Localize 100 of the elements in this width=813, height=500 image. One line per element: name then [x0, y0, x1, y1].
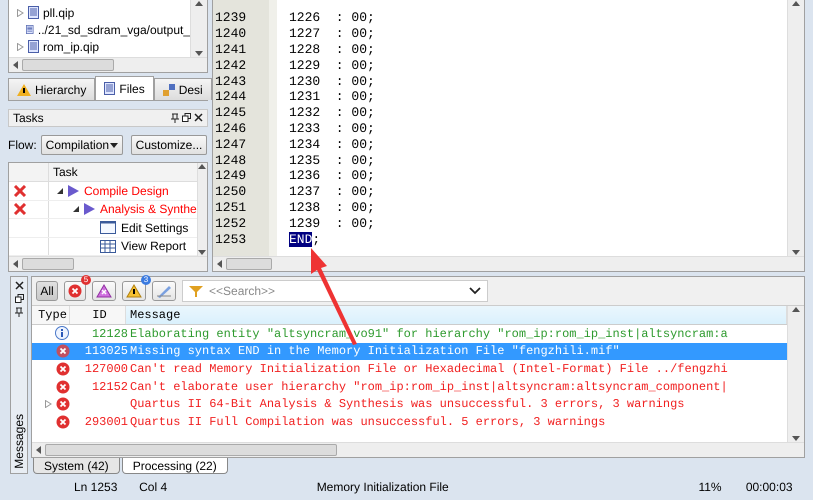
expand-icon[interactable]	[17, 42, 24, 50]
scroll-left-icon[interactable]	[36, 446, 41, 454]
scroll-up-icon[interactable]	[792, 306, 800, 312]
line-number: 1251	[214, 200, 248, 216]
message-row[interactable]: 127000 Can't read Memory Initialization File or Hexadecimal (Intel-Format) File ../fengzhi	[32, 360, 787, 378]
vertical-scrollbar[interactable]	[190, 0, 207, 57]
task-item[interactable]: Edit Settings	[121, 220, 188, 235]
message-text: Quartus II 64-Bit Analysis & Synthesis was unsuccessful. 3 errors, 3 warnings	[130, 397, 684, 412]
file-icon	[104, 82, 116, 95]
search-field[interactable]: <<Search>>	[182, 280, 488, 302]
selected-text: END	[289, 232, 312, 247]
pin-icon[interactable]	[15, 307, 23, 317]
restore-icon[interactable]	[182, 113, 191, 122]
chevron-icon[interactable]	[469, 287, 481, 295]
message-tab[interactable]: Processing (22)	[122, 458, 228, 474]
column-header: Task	[52, 165, 78, 180]
scrollbar-thumb[interactable]	[226, 258, 272, 270]
restore-icon[interactable]	[14, 294, 24, 303]
file-icon	[28, 40, 39, 53]
scroll-left-icon[interactable]	[13, 61, 18, 69]
collapse-icon[interactable]	[73, 206, 79, 212]
status-line: Ln 1253	[74, 480, 118, 494]
blocks-icon	[162, 84, 175, 96]
line-number: 1243	[214, 73, 248, 89]
error-icon	[68, 284, 82, 298]
code-editor[interactable]	[212, 0, 805, 272]
horizontal-scrollbar[interactable]	[213, 256, 804, 271]
scrollbar-thumb[interactable]	[45, 444, 337, 456]
line-number: 1248	[214, 152, 248, 168]
file-icon	[28, 6, 39, 19]
task-item[interactable]: Analysis & Synthe	[100, 202, 197, 216]
message-text: Can't read Memory Initialization File or Hexadecimal (Intel-Format) File ../fengzhi	[130, 362, 728, 376]
count-badge: 3	[141, 275, 151, 285]
vertical-scrollbar[interactable]	[787, 0, 804, 256]
vertical-scrollbar[interactable]	[196, 163, 207, 256]
panel-tab[interactable]: Hierarchy	[8, 78, 96, 100]
message-id: 12152	[90, 380, 129, 394]
file-name[interactable]: rom_ip.qip	[43, 40, 100, 54]
code-line: 1229 : 00;	[289, 57, 376, 74]
status-time: 00:00:03	[746, 480, 794, 494]
code-line: 1239 : 00;	[289, 215, 376, 232]
caret-icon[interactable]	[110, 142, 118, 148]
play-icon	[68, 185, 79, 198]
vertical-scrollbar[interactable]	[787, 306, 804, 442]
table-icon	[100, 240, 116, 253]
filter-button[interactable]: All	[36, 281, 58, 301]
code-line: END;	[289, 231, 322, 247]
line-number: 1249	[214, 168, 248, 184]
filter-icon	[189, 285, 203, 297]
horizontal-scrollbar[interactable]	[9, 256, 207, 271]
status-column: Col 4	[139, 480, 317, 494]
column-header[interactable]: ID	[70, 306, 126, 324]
scrollbar-thumb[interactable]	[22, 258, 74, 270]
message-text: Can't elaborate user hierarchy "rom_ip:rom_ip_inst|altsyncram:altsyncram_component|	[130, 380, 728, 394]
message-row[interactable]: 12152 Can't elaborate user hierarchy "rom_ip:rom_ip_inst|altsyncram:altsyncram_component|	[32, 378, 787, 396]
message-row[interactable]: Quartus II 64-Bit Analysis & Synthesis was unsuccessful. 3 errors, 3 warnings	[32, 395, 787, 413]
message-row[interactable]: 293001 Quartus II Full Compilation was unsuccessful. 5 errors, 3 warnings	[32, 412, 787, 431]
panel-tab[interactable]: Desi	[154, 78, 212, 100]
filter-button[interactable]	[92, 281, 116, 301]
code-line: 1234 : 00;	[289, 136, 376, 152]
task-item[interactable]: Compile Design	[84, 184, 169, 198]
task-item[interactable]: View Report	[121, 239, 186, 254]
scroll-up-icon[interactable]	[198, 163, 206, 169]
close-icon[interactable]	[14, 281, 24, 290]
error-icon	[56, 362, 70, 376]
line-number: 1242	[214, 57, 248, 74]
line-number: 1240	[214, 26, 248, 42]
filter-button[interactable]	[122, 281, 146, 301]
play-icon	[84, 203, 95, 216]
file-name[interactable]: ../21_sd_sdram_vga/output_	[38, 22, 190, 36]
expand-icon[interactable]	[45, 400, 52, 408]
code-line: 1237 : 00;	[289, 184, 376, 200]
line-number: 1246	[214, 120, 248, 136]
error-icon	[56, 414, 70, 429]
close-icon[interactable]	[194, 113, 203, 122]
file-icon	[26, 23, 34, 36]
customize-button[interactable]: Customize...	[130, 135, 208, 155]
column-header[interactable]: Type	[32, 306, 70, 324]
horizontal-scrollbar[interactable]	[9, 57, 207, 72]
message-id: 127000	[84, 362, 129, 376]
column-header[interactable]: Message	[126, 306, 787, 324]
search-input[interactable]: <<Search>>	[207, 283, 465, 299]
message-tab[interactable]: System (42)	[33, 458, 120, 474]
collapse-icon[interactable]	[57, 188, 63, 194]
line-number: 1239	[214, 10, 248, 26]
file-name[interactable]: pll.qip	[43, 6, 74, 20]
scroll-up-icon[interactable]	[792, 0, 800, 6]
expand-icon[interactable]	[17, 8, 24, 16]
message-id: 113025	[84, 344, 129, 358]
horizontal-scrollbar[interactable]	[32, 442, 804, 457]
scrollbar-thumb[interactable]	[22, 59, 114, 71]
error-icon	[56, 397, 70, 412]
pin-icon[interactable]	[171, 113, 179, 123]
code-line: 1232 : 00;	[289, 104, 376, 121]
flow-dropdown[interactable]: Compilation	[40, 135, 123, 155]
scroll-left-icon[interactable]	[217, 260, 222, 268]
error-icon	[56, 380, 70, 394]
scroll-left-icon[interactable]	[13, 260, 18, 268]
panel-tab[interactable]: Files	[95, 76, 154, 100]
scroll-up-icon[interactable]	[195, 0, 203, 6]
